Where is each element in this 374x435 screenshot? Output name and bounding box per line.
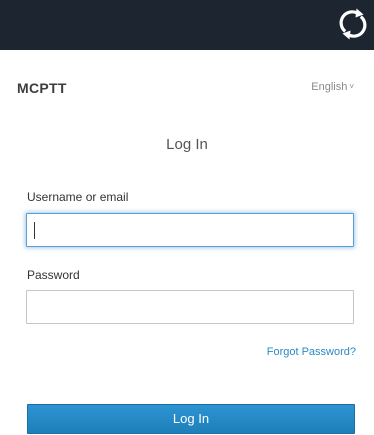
page-title: Log In	[166, 136, 208, 153]
username-label: Username or email	[27, 190, 129, 204]
sync-icon	[339, 8, 367, 40]
language-label: English	[311, 81, 348, 93]
login-page: MCPTT English ˅ Log In Username or email …	[0, 0, 374, 435]
text-caret	[34, 222, 35, 239]
forgot-password-link[interactable]: Forgot Password?	[267, 346, 356, 358]
password-input[interactable]	[26, 290, 354, 324]
brand-name: MCPTT	[17, 80, 67, 96]
language-selector[interactable]: English ˅	[311, 81, 354, 93]
login-button[interactable]: Log In	[27, 404, 355, 434]
top-bar	[0, 0, 374, 50]
chevron-down-icon: ˅	[349, 82, 354, 91]
sync-button[interactable]	[336, 6, 370, 42]
username-input[interactable]	[26, 213, 354, 247]
password-label: Password	[27, 268, 80, 282]
